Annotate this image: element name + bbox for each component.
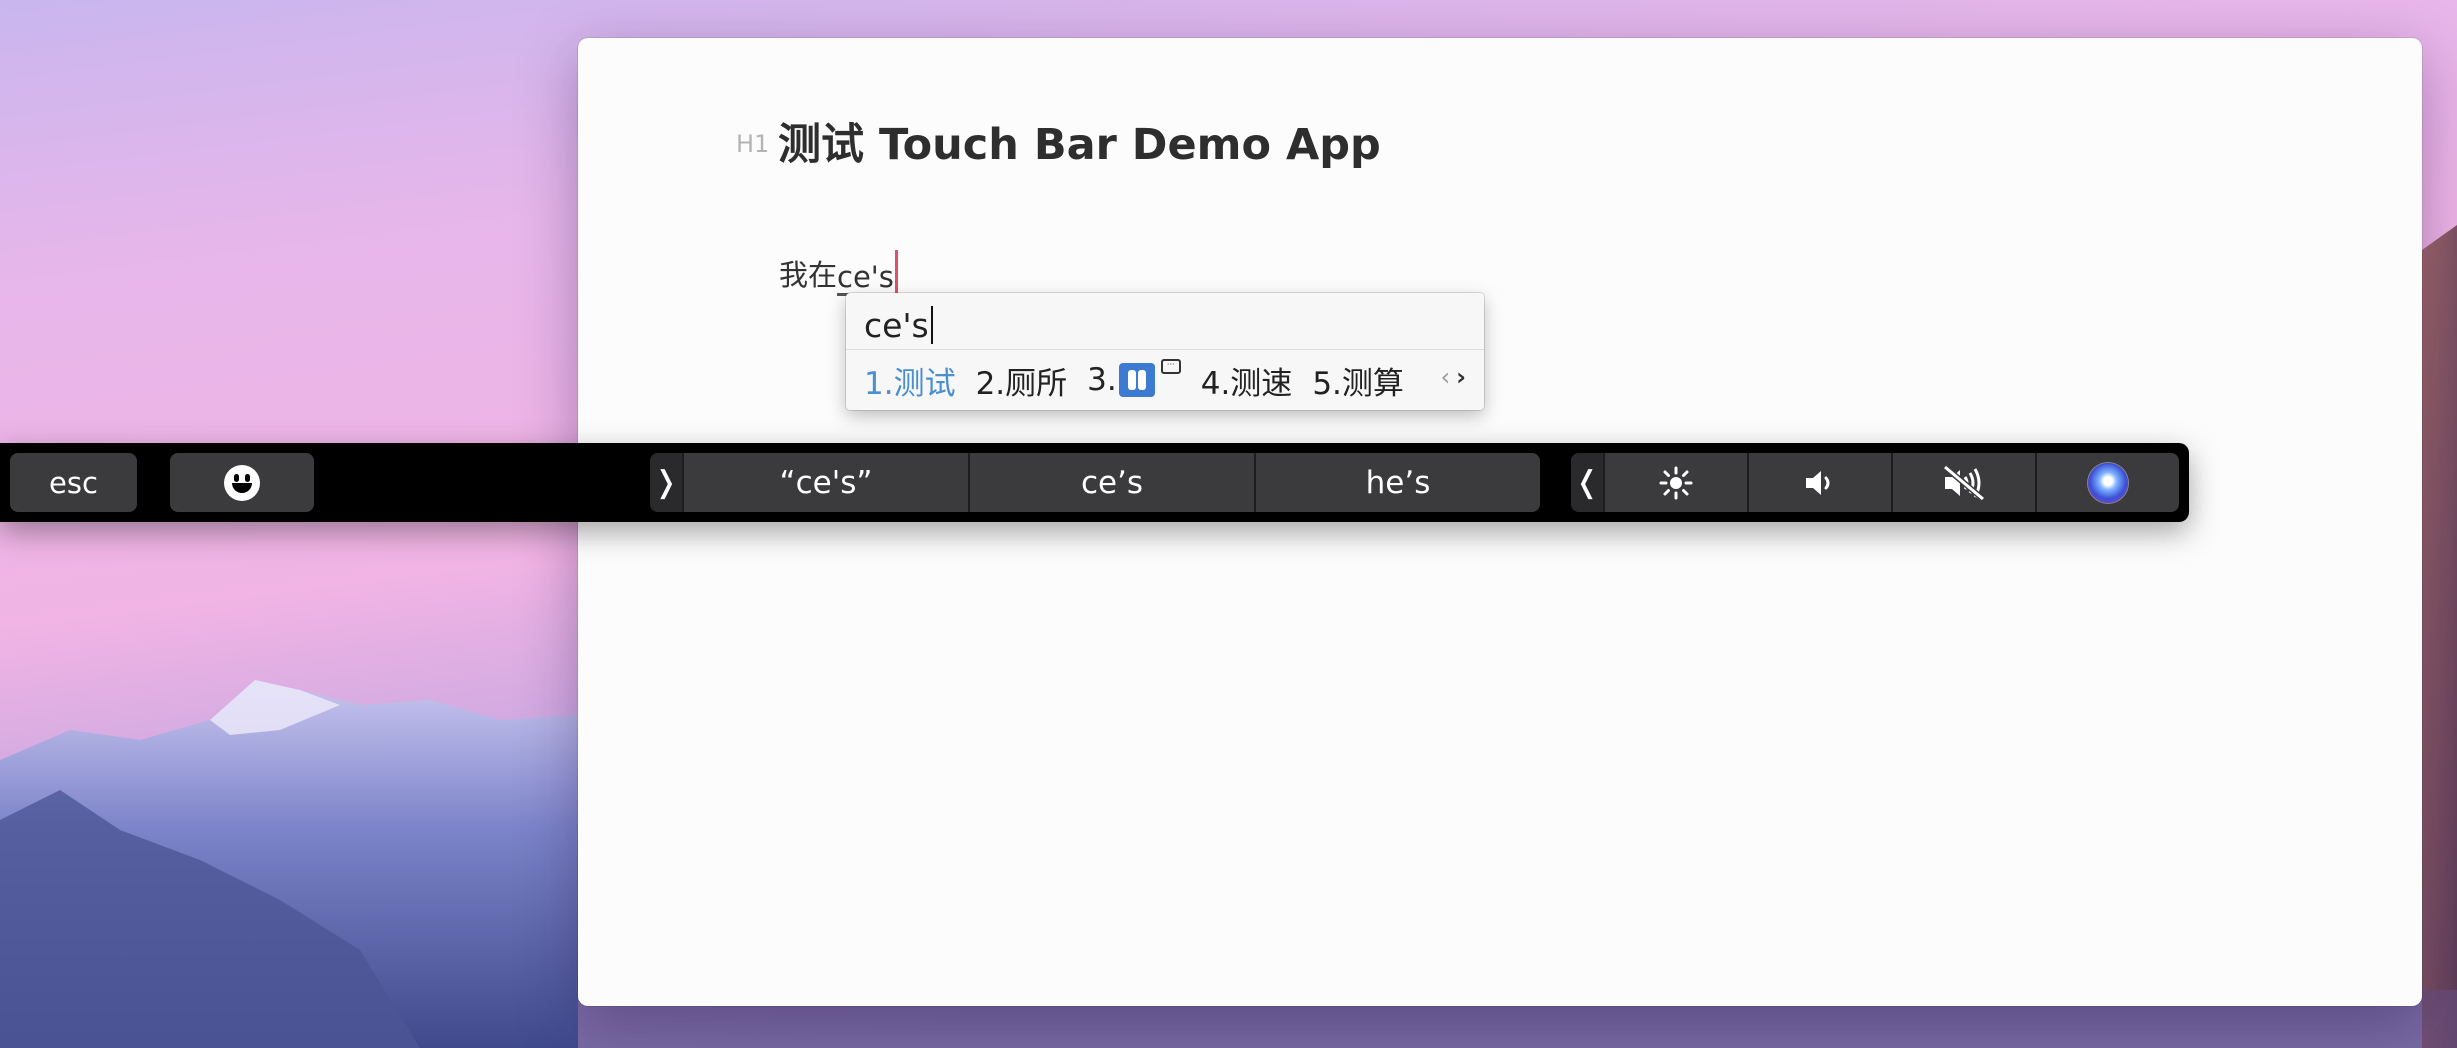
restroom-emoji-icon — [1118, 363, 1155, 397]
ime-caret — [930, 306, 933, 344]
siri-button[interactable] — [2035, 453, 2179, 512]
smiley-icon — [224, 464, 260, 501]
ime-composition-text: ce's — [864, 305, 929, 345]
touch-bar: esc ❭ “ce's” ce’s he’s ❬ — [0, 443, 2189, 522]
ime-next-page-button[interactable]: › — [1456, 363, 1472, 391]
typing-suggestions: ❭ “ce's” ce’s he’s — [650, 453, 1540, 512]
document-heading[interactable]: 测试 Touch Bar Demo App — [778, 110, 1381, 172]
volume-icon — [1806, 470, 1830, 495]
ime-candidate-5[interactable]: 5.测算 — [1312, 358, 1404, 403]
ime-candidate-window: ce's 1.测试 2.厕所 3. ··· 4.测速 5.测算 ‹› — [846, 293, 1484, 410]
brightness-icon — [1659, 466, 1693, 499]
editor-window: H1 测试 Touch Bar Demo App 我在 ce's — [578, 38, 2422, 1006]
ime-candidate-4[interactable]: 4.测速 — [1201, 358, 1293, 403]
ime-page-arrows: ‹› — [1441, 363, 1473, 391]
suggestion-1[interactable]: “ce's” — [682, 453, 968, 512]
siri-icon — [2088, 462, 2128, 503]
marked-text: ce's — [837, 260, 894, 294]
ime-candidate-3[interactable]: 3. ··· — [1087, 358, 1181, 398]
ime-candidate-1[interactable]: 1.测试 — [864, 358, 956, 403]
ime-candidate-2[interactable]: 2.厕所 — [976, 358, 1068, 403]
heading-level-badge: H1 — [736, 130, 770, 158]
volume-button[interactable] — [1747, 453, 1891, 512]
suggestion-2[interactable]: ce’s — [968, 453, 1254, 512]
control-strip: ❬ — [1571, 453, 2179, 512]
expand-chevron-icon[interactable]: ❭ — [650, 453, 682, 512]
ime-candidate-list: 1.测试 2.厕所 3. ··· 4.测速 5.测算 — [864, 355, 1424, 405]
mute-button[interactable] — [1891, 453, 2035, 512]
esc-key[interactable]: esc — [10, 453, 137, 512]
ime-divider — [846, 349, 1484, 350]
brightness-button[interactable] — [1603, 453, 1747, 512]
committed-text: 我在 — [779, 258, 838, 292]
emoji-comment-icon: ··· — [1160, 358, 1181, 374]
mute-icon — [1943, 464, 1985, 501]
suggestion-3[interactable]: he’s — [1254, 453, 1540, 512]
editor-paragraph[interactable]: 我在 ce's — [779, 238, 898, 306]
ime-prev-page-button[interactable]: ‹ — [1441, 363, 1457, 391]
ime-composition: ce's — [864, 301, 933, 349]
collapse-chevron-icon[interactable]: ❬ — [1571, 453, 1603, 512]
emoji-picker-button[interactable] — [170, 453, 314, 512]
ime-candidate-3-label: 3. — [1087, 362, 1117, 398]
